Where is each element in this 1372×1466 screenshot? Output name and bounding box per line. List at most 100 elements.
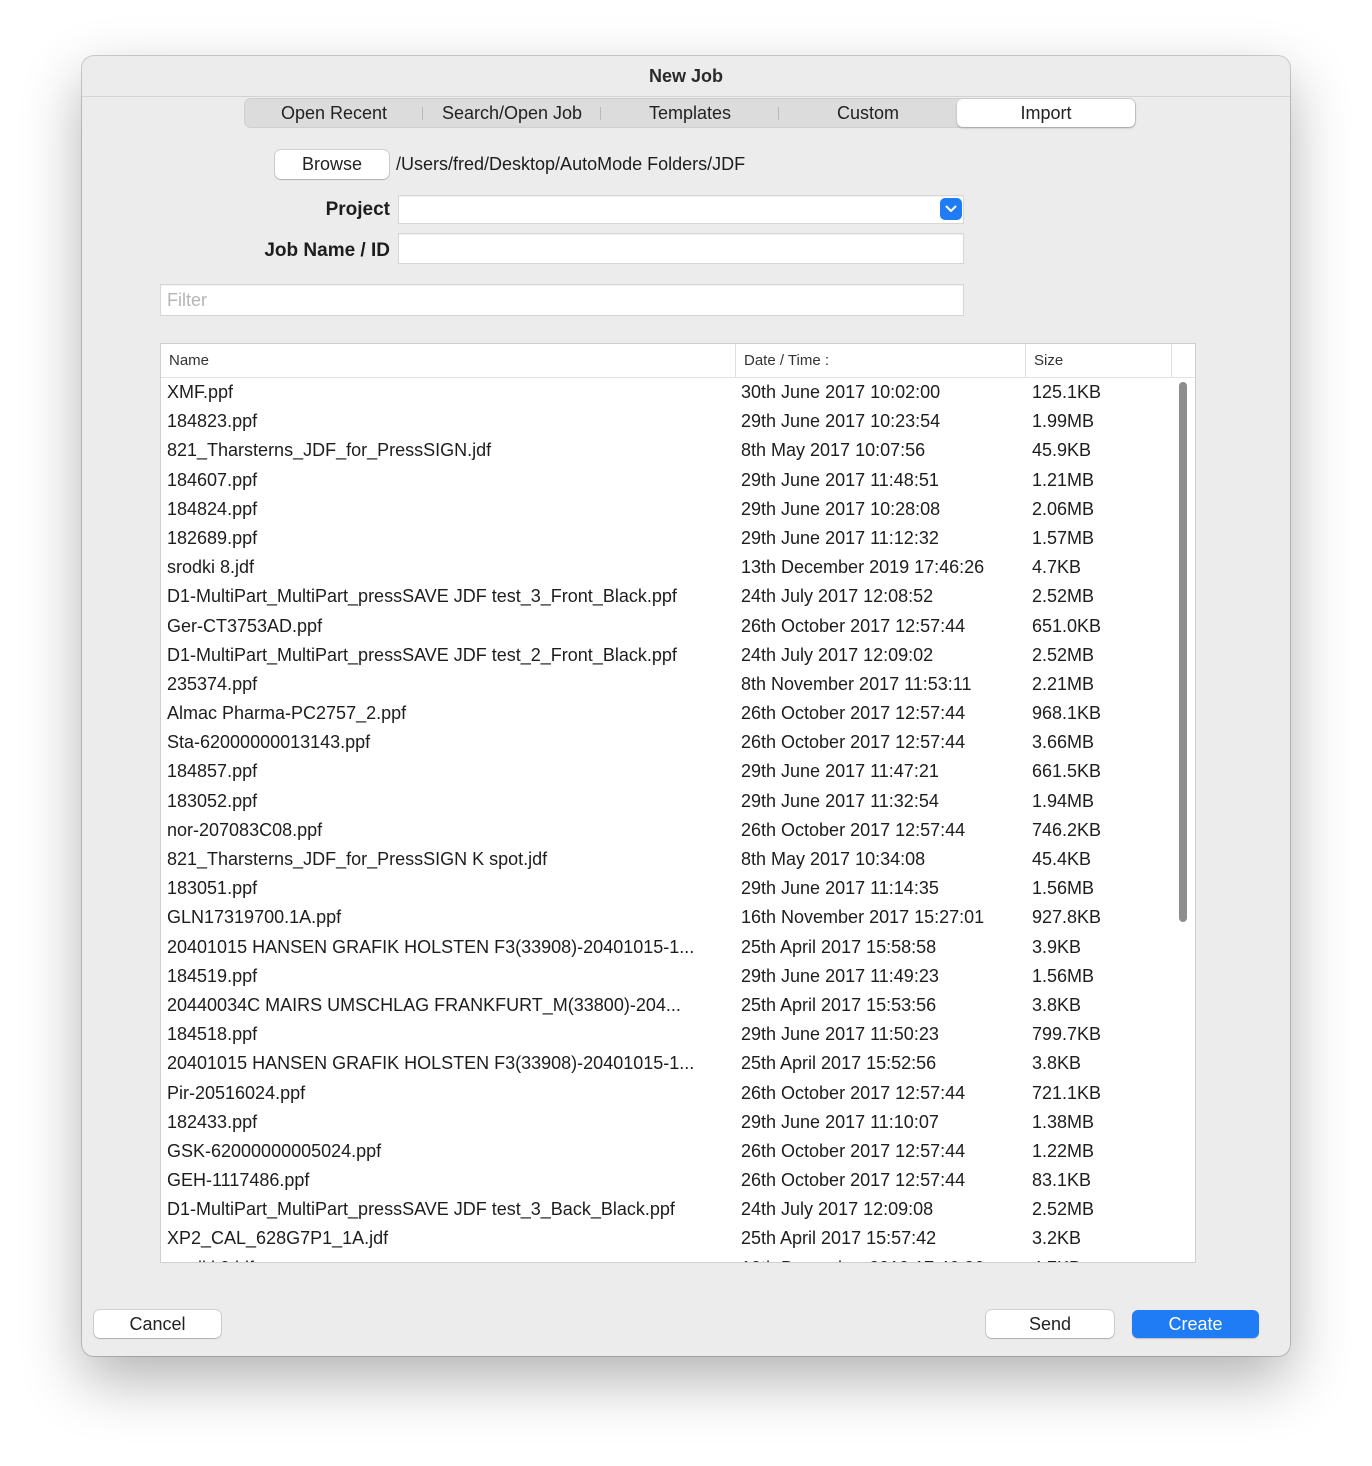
column-header-spacer: [1171, 344, 1195, 377]
file-name-cell: Almac Pharma-PC2757_2.ppf: [167, 703, 407, 724]
file-name-cell: 184857.ppf: [167, 761, 258, 782]
file-name-cell: 183051.ppf: [167, 878, 258, 899]
file-name-cell: 184823.ppf: [167, 411, 258, 432]
tab-import[interactable]: Import: [957, 99, 1135, 127]
size-cell: 3.8KB: [1032, 1053, 1082, 1074]
table-row[interactable]: srodki 8.jdf 13th December 2019 17:46:26 4…: [161, 553, 1171, 582]
create-button[interactable]: Create: [1132, 1310, 1259, 1338]
file-name-cell: GLN17319700.1A.ppf: [167, 907, 342, 928]
file-name-cell: srodki 9.jdf: [167, 1254, 733, 1262]
file-name-cell: 20401015 HANSEN GRAFIK HOLSTEN F3(33908)…: [167, 936, 695, 957]
date-time-cell: 30th June 2017 10:02:00: [741, 382, 941, 402]
size-cell: 1.99MB: [1032, 411, 1095, 432]
table-row[interactable]: 821_Tharsterns_JDF_for_PressSIGN K spot.…: [161, 845, 1171, 874]
table-row[interactable]: XP2_CAL_628G7P1_1A.jdf 25th April 2017 15…: [161, 1224, 1171, 1253]
size-cell: 1.56MB: [1032, 878, 1095, 899]
size-cell: 661.5KB: [1032, 761, 1102, 782]
file-name-cell: XMF.ppf: [167, 382, 234, 402]
file-name-cell: GEH-1117486.ppf: [167, 1170, 310, 1191]
table-row[interactable]: 184519.ppf 29th June 2017 11:49:23 1.56MB: [161, 962, 1171, 991]
size-cell: 3.8KB: [1032, 994, 1082, 1015]
size-cell: 45.4KB: [1032, 849, 1092, 869]
table-row[interactable]: 184518.ppf 29th June 2017 11:50:23 799.7KB: [161, 1020, 1171, 1049]
size-cell: 2.21MB: [1032, 673, 1095, 694]
cancel-button[interactable]: Cancel: [94, 1310, 221, 1338]
table-row[interactable]: nor-207083C08.ppf 26th October 2017 12:57…: [161, 816, 1171, 845]
table-row[interactable]: 20401015 HANSEN GRAFIK HOLSTEN F3(33908)…: [161, 1049, 1171, 1078]
job-name-input[interactable]: [398, 233, 964, 264]
date-time-cell: 29th June 2017 11:32:54: [741, 790, 939, 811]
table-row[interactable]: 20401015 HANSEN GRAFIK HOLSTEN F3(33908)…: [161, 933, 1171, 962]
column-header-date[interactable]: Date / Time :: [735, 344, 1025, 377]
file-name-cell: 184518.ppf: [167, 1024, 258, 1045]
date-time-cell: 29th June 2017 11:47:21: [741, 761, 939, 782]
date-time-cell: 16th November 2017 15:27:01: [741, 907, 985, 928]
column-header-name[interactable]: Name: [161, 344, 735, 377]
table-row[interactable]: 184607.ppf 29th June 2017 11:48:51 1.21MB: [161, 466, 1171, 495]
size-cell: 746.2KB: [1032, 819, 1102, 840]
vertical-scrollbar[interactable]: [1179, 382, 1187, 922]
size-cell: 45.9KB: [1032, 440, 1092, 461]
file-name-cell: 182433.ppf: [167, 1111, 258, 1132]
table-row[interactable]: 183052.ppf 29th June 2017 11:32:54 1.94MB: [161, 787, 1171, 816]
new-job-dialog: New Job Open Recent Search/Open Job Temp…: [82, 56, 1290, 1356]
table-row[interactable]: 184824.ppf 29th June 2017 10:28:08 2.06MB: [161, 495, 1171, 524]
table-row[interactable]: 184823.ppf 29th June 2017 10:23:54 1.99MB: [161, 407, 1171, 436]
file-name-cell: 184519.ppf: [167, 965, 258, 986]
tab-templates[interactable]: Templates: [601, 99, 779, 127]
table-row[interactable]: Sta-62000000013143.ppf 26th October 2017 …: [161, 728, 1171, 757]
tab-open-recent[interactable]: Open Recent: [245, 99, 423, 127]
size-cell: 2.06MB: [1032, 498, 1095, 519]
table-row[interactable]: GSK-62000000005024.ppf 26th October 2017 …: [161, 1137, 1171, 1166]
file-name-cell: 20401015 HANSEN GRAFIK HOLSTEN F3(33908)…: [167, 1053, 695, 1074]
table-row[interactable]: 184857.ppf 29th June 2017 11:47:21 661.5KB: [161, 757, 1171, 786]
table-row[interactable]: D1-MultiPart_MultiPart_pressSAVE JDF tes…: [161, 1195, 1171, 1224]
size-cell: 3.9KB: [1032, 936, 1082, 957]
size-cell: 799.7KB: [1032, 1024, 1102, 1045]
file-name-cell: srodki 8.jdf: [167, 557, 255, 578]
table-row[interactable]: 235374.ppf 8th November 2017 11:53:11 2.21…: [161, 670, 1171, 699]
table-row[interactable]: Pir-20516024.ppf 26th October 2017 12:57:…: [161, 1079, 1171, 1108]
size-cell: 125.1KB: [1032, 382, 1102, 402]
file-name-cell: Sta-62000000013143.ppf: [167, 732, 371, 753]
table-row[interactable]: XMF.ppf 30th June 2017 10:02:00 125.1KB: [161, 378, 1171, 407]
table-row[interactable]: Almac Pharma-PC2757_2.ppf 26th October 20…: [161, 699, 1171, 728]
tab-search-open-job[interactable]: Search/Open Job: [423, 99, 601, 127]
chevron-down-icon[interactable]: [940, 198, 962, 220]
column-header-size[interactable]: Size: [1025, 344, 1171, 377]
filter-input[interactable]: [160, 284, 964, 316]
table-row[interactable]: D1-MultiPart_MultiPart_pressSAVE JDF tes…: [161, 582, 1171, 611]
table-row[interactable]: GEH-1117486.ppf 26th October 2017 12:57:4…: [161, 1166, 1171, 1195]
project-select[interactable]: [398, 195, 964, 224]
date-time-cell: 26th October 2017 12:57:44: [741, 819, 966, 840]
date-time-cell: 26th October 2017 12:57:44: [741, 732, 966, 753]
size-cell: 83.1KB: [1032, 1170, 1092, 1191]
tab-custom[interactable]: Custom: [779, 99, 957, 127]
size-cell: 651.0KB: [1032, 615, 1102, 636]
date-time-cell: 24th July 2017 12:08:52: [741, 586, 934, 607]
table-row[interactable]: 821_Tharsterns_JDF_for_PressSIGN.jdf 8th …: [161, 436, 1171, 465]
date-time-cell: 29th June 2017 11:14:35: [741, 878, 939, 899]
date-time-cell: 29th June 2017 11:48:51: [741, 469, 939, 490]
table-row[interactable]: 182689.ppf 29th June 2017 11:12:32 1.57MB: [161, 524, 1171, 553]
window-title: New Job: [82, 56, 1290, 97]
size-cell: 1.22MB: [1032, 1140, 1095, 1161]
date-time-cell: 26th October 2017 12:57:44: [741, 703, 966, 724]
date-time-cell: 29th June 2017 10:28:08: [741, 498, 941, 519]
table-row[interactable]: Ger-CT3753AD.ppf 26th October 2017 12:57:…: [161, 612, 1171, 641]
table-row[interactable]: 183051.ppf 29th June 2017 11:14:35 1.56MB: [161, 874, 1171, 903]
size-cell: 1.21MB: [1032, 469, 1095, 490]
browse-button[interactable]: Browse: [275, 150, 389, 179]
size-cell: 4.7KB: [1032, 1254, 1162, 1262]
table-row[interactable]: D1-MultiPart_MultiPart_pressSAVE JDF tes…: [161, 641, 1171, 670]
send-button[interactable]: Send: [986, 1310, 1114, 1338]
file-name-cell: 821_Tharsterns_JDF_for_PressSIGN.jdf: [167, 440, 492, 461]
date-time-cell: 13th December 2019 17:46:26: [741, 1254, 1026, 1262]
table-row[interactable]: 182433.ppf 29th June 2017 11:10:07 1.38MB: [161, 1108, 1171, 1137]
table-row[interactable]: srodki 9.jdf 13th December 2019 17:46:26 4…: [161, 1254, 1171, 1262]
table-row[interactable]: GLN17319700.1A.ppf 16th November 2017 15:…: [161, 903, 1171, 932]
file-name-cell: Pir-20516024.ppf: [167, 1082, 306, 1103]
table-row[interactable]: 20440034C MAIRS UMSCHLAG FRANKFURT_M(338…: [161, 991, 1171, 1020]
file-name-cell: 20440034C MAIRS UMSCHLAG FRANKFURT_M(338…: [167, 994, 681, 1015]
table-body: XMF.ppf 30th June 2017 10:02:00 125.1KB 184…: [161, 378, 1171, 1262]
